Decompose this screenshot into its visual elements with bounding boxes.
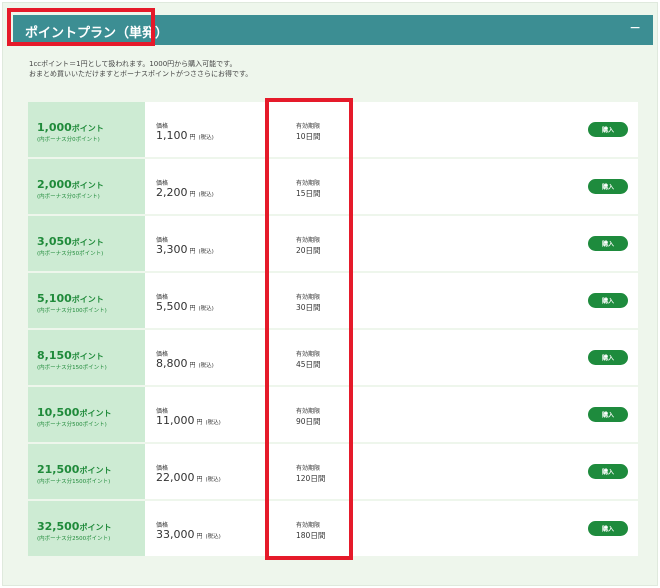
points-amount: 32,500ポイント xyxy=(37,520,111,533)
points-value: 8,150 xyxy=(37,349,72,362)
description: 1ccポイント＝1円として扱われます。1000円から購入可能です。 おまとめ買い… xyxy=(29,59,252,79)
buy-button[interactable]: 購入 xyxy=(588,407,628,422)
price-amount: 8,800 xyxy=(156,357,188,370)
points-cell: 2,000ポイント (内ボーナス分0ポイント) xyxy=(28,159,145,214)
price-amount: 11,000 xyxy=(156,414,195,427)
points-unit: ポイント xyxy=(79,466,112,475)
yen-label: 円 xyxy=(196,476,203,483)
bonus-points: (内ボーナス分2500ポイント) xyxy=(37,536,111,542)
bonus-points: (内ボーナス分0ポイント) xyxy=(37,137,100,143)
points-value: 32,500 xyxy=(37,520,80,533)
title-highlight-box xyxy=(7,8,155,46)
points-unit: ポイント xyxy=(71,238,104,247)
buy-button[interactable]: 購入 xyxy=(588,236,628,251)
price-value: 1,100 円 (税込) xyxy=(156,129,214,142)
points-unit: ポイント xyxy=(79,409,112,418)
points-value: 1,000 xyxy=(37,121,72,134)
bonus-points: (内ボーナス分500ポイント) xyxy=(37,422,107,428)
points-cell: 32,500ポイント (内ボーナス分2500ポイント) xyxy=(28,501,145,556)
points-value: 10,500 xyxy=(37,406,80,419)
buy-button[interactable]: 購入 xyxy=(588,122,628,137)
points-unit: ポイント xyxy=(79,523,112,532)
bonus-points: (内ボーナス分150ポイント) xyxy=(37,365,107,371)
buy-button[interactable]: 購入 xyxy=(588,521,628,536)
collapse-icon[interactable]: − xyxy=(629,19,641,37)
yen-label: 円 xyxy=(189,305,196,312)
price-amount: 5,500 xyxy=(156,300,188,313)
tax-label: (税込) xyxy=(198,363,214,369)
description-line-1: 1ccポイント＝1円として扱われます。1000円から購入可能です。 xyxy=(29,60,237,68)
buy-button[interactable]: 購入 xyxy=(588,464,628,479)
description-line-2: おまとめ買いいただけますとボーナスポイントがつささらにお得です。 xyxy=(29,70,253,78)
points-value: 2,000 xyxy=(37,178,72,191)
points-amount: 21,500ポイント xyxy=(37,463,111,476)
yen-label: 円 xyxy=(189,134,196,141)
points-cell: 21,500ポイント (内ボーナス分1500ポイント) xyxy=(28,444,145,499)
tax-label: (税込) xyxy=(198,249,214,255)
points-unit: ポイント xyxy=(71,352,104,361)
points-value: 21,500 xyxy=(37,463,80,476)
bonus-points: (内ボーナス分0ポイント) xyxy=(37,194,100,200)
price-value: 2,200 円 (税込) xyxy=(156,186,214,199)
points-cell: 3,050ポイント (内ボーナス分50ポイント) xyxy=(28,216,145,271)
price-value: 11,000 円 (税込) xyxy=(156,414,221,427)
yen-label: 円 xyxy=(196,533,203,540)
bonus-points: (内ボーナス分50ポイント) xyxy=(37,251,104,257)
buy-button[interactable]: 購入 xyxy=(588,350,628,365)
price-amount: 22,000 xyxy=(156,471,195,484)
tax-label: (税込) xyxy=(198,192,214,198)
tax-label: (税込) xyxy=(205,534,221,540)
points-cell: 5,100ポイント (内ボーナス分100ポイント) xyxy=(28,273,145,328)
price-amount: 3,300 xyxy=(156,243,188,256)
price-amount: 33,000 xyxy=(156,528,195,541)
points-amount: 8,150ポイント xyxy=(37,349,104,362)
points-amount: 1,000ポイント xyxy=(37,121,104,134)
buy-button[interactable]: 購入 xyxy=(588,293,628,308)
bonus-points: (内ボーナス分1500ポイント) xyxy=(37,479,111,485)
yen-label: 円 xyxy=(189,362,196,369)
points-value: 5,100 xyxy=(37,292,72,305)
validity-highlight-box xyxy=(265,98,353,560)
points-cell: 8,150ポイント (内ボーナス分150ポイント) xyxy=(28,330,145,385)
price-amount: 1,100 xyxy=(156,129,188,142)
points-cell: 1,000ポイント (内ボーナス分0ポイント) xyxy=(28,102,145,157)
yen-label: 円 xyxy=(196,419,203,426)
points-amount: 10,500ポイント xyxy=(37,406,111,419)
tax-label: (税込) xyxy=(205,477,221,483)
points-amount: 2,000ポイント xyxy=(37,178,104,191)
price-value: 22,000 円 (税込) xyxy=(156,471,221,484)
price-value: 5,500 円 (税込) xyxy=(156,300,214,313)
price-value: 33,000 円 (税込) xyxy=(156,528,221,541)
yen-label: 円 xyxy=(189,248,196,255)
points-amount: 3,050ポイント xyxy=(37,235,104,248)
bonus-points: (内ボーナス分100ポイント) xyxy=(37,308,107,314)
price-amount: 2,200 xyxy=(156,186,188,199)
tax-label: (税込) xyxy=(205,420,221,426)
points-value: 3,050 xyxy=(37,235,72,248)
points-unit: ポイント xyxy=(71,181,104,190)
price-value: 3,300 円 (税込) xyxy=(156,243,214,256)
tax-label: (税込) xyxy=(198,306,214,312)
points-amount: 5,100ポイント xyxy=(37,292,104,305)
points-unit: ポイント xyxy=(71,295,104,304)
buy-button[interactable]: 購入 xyxy=(588,179,628,194)
yen-label: 円 xyxy=(189,191,196,198)
price-value: 8,800 円 (税込) xyxy=(156,357,214,370)
points-cell: 10,500ポイント (内ボーナス分500ポイント) xyxy=(28,387,145,442)
points-unit: ポイント xyxy=(71,124,104,133)
tax-label: (税込) xyxy=(198,135,214,141)
